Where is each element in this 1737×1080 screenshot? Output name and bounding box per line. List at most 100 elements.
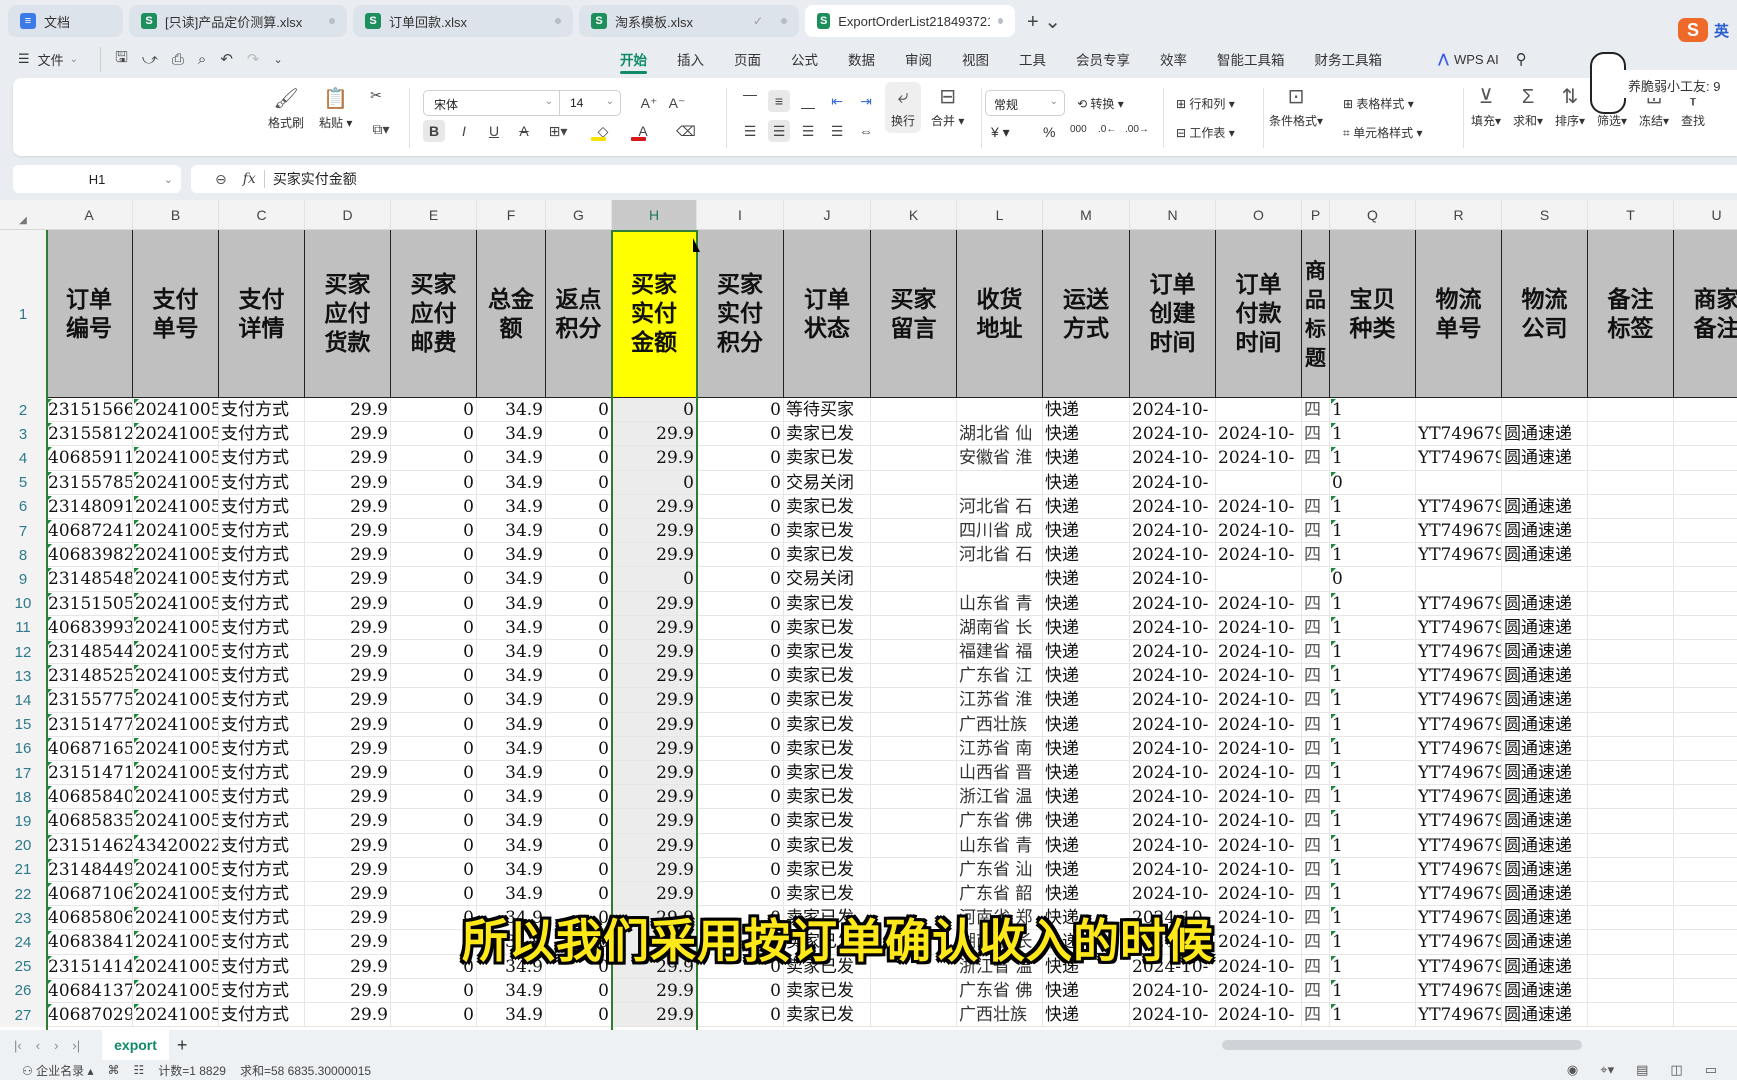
table-cell[interactable]: 0 bbox=[391, 640, 477, 665]
table-cell[interactable]: 卖家已发 bbox=[784, 446, 871, 471]
table-cell[interactable]: 2024-10- bbox=[1130, 446, 1216, 471]
table-cell[interactable]: 0 bbox=[391, 664, 477, 689]
table-cell[interactable] bbox=[871, 785, 957, 810]
format-painter-button[interactable]: 🖌 格式刷 bbox=[268, 84, 304, 131]
column-header[interactable]: O bbox=[1216, 200, 1302, 230]
table-cell[interactable]: 0 bbox=[546, 736, 612, 761]
table-cell[interactable]: 0 bbox=[697, 494, 784, 519]
table-cell[interactable]: 34.9 bbox=[477, 615, 546, 640]
table-cell[interactable]: 29.9 bbox=[305, 640, 391, 665]
table-cell[interactable]: 卖家已发 bbox=[784, 422, 871, 447]
table-cell[interactable]: 0 bbox=[391, 615, 477, 640]
table-cell[interactable]: YT749679 bbox=[1416, 978, 1502, 1003]
convert-button[interactable]: ⟲ 转换 ▾ bbox=[1077, 95, 1124, 112]
fill-button[interactable]: ⊻ 填充▾ bbox=[1471, 82, 1501, 129]
table-cell[interactable]: 0 bbox=[697, 543, 784, 568]
table-cell[interactable]: 支付方式 bbox=[219, 640, 305, 665]
table-cell[interactable] bbox=[1588, 736, 1674, 761]
table-cell[interactable]: 0 bbox=[546, 978, 612, 1003]
table-cell[interactable]: 四川省 成 bbox=[957, 519, 1043, 544]
table-cell[interactable]: 广西壮族 bbox=[957, 1003, 1043, 1028]
table-cell[interactable] bbox=[1674, 979, 1737, 1003]
table-cell[interactable]: 卖家已发 bbox=[784, 833, 871, 858]
table-cell[interactable]: 快递 bbox=[1043, 809, 1130, 834]
table-cell[interactable]: 卖家已发 bbox=[784, 736, 871, 761]
header-cell[interactable]: 商品标题 bbox=[1302, 230, 1330, 398]
table-cell[interactable]: 0 bbox=[697, 761, 784, 786]
table-cell[interactable]: 支付方式 bbox=[219, 785, 305, 810]
table-cell[interactable]: 20241005 bbox=[133, 615, 219, 640]
table-cell[interactable]: 34.9 bbox=[477, 785, 546, 810]
table-cell[interactable]: 2024-10- bbox=[1130, 857, 1216, 882]
table-cell[interactable]: 0 bbox=[697, 688, 784, 713]
table-cell[interactable]: 0 bbox=[546, 857, 612, 882]
table-cell[interactable]: 20241005 bbox=[133, 591, 219, 616]
table-cell[interactable] bbox=[1674, 858, 1737, 882]
table-cell[interactable]: 2024-10- bbox=[1216, 906, 1302, 931]
table-cell[interactable]: 34.9 bbox=[477, 494, 546, 519]
column-header[interactable]: F bbox=[477, 200, 546, 230]
table-cell[interactable]: 20241005 bbox=[133, 712, 219, 737]
table-cell[interactable] bbox=[1588, 761, 1674, 786]
formula-bar[interactable]: ⊖ fx 买家实付金额 bbox=[191, 165, 1737, 193]
table-cell[interactable]: 0 bbox=[612, 470, 697, 495]
table-cell[interactable]: 快递 bbox=[1043, 446, 1130, 471]
table-cell[interactable]: 支付方式 bbox=[219, 712, 305, 737]
table-cell[interactable]: 2024-10- bbox=[1130, 882, 1216, 907]
table-cell[interactable] bbox=[1588, 615, 1674, 640]
table-cell[interactable] bbox=[1674, 592, 1737, 616]
table-cell[interactable]: 40684137 bbox=[46, 978, 133, 1003]
table-cell[interactable]: YT749679 bbox=[1416, 640, 1502, 665]
table-cell[interactable] bbox=[1216, 567, 1302, 592]
table-cell[interactable]: 快递 bbox=[1043, 494, 1130, 519]
table-cell[interactable]: 23148449 bbox=[46, 857, 133, 882]
table-cell[interactable]: 2024-10- bbox=[1130, 591, 1216, 616]
table-cell[interactable]: 23148544 bbox=[46, 640, 133, 665]
table-cell[interactable]: 2024-10- bbox=[1216, 761, 1302, 786]
table-cell[interactable]: 支付方式 bbox=[219, 567, 305, 592]
table-cell[interactable]: 0 bbox=[391, 567, 477, 592]
column-header[interactable]: E bbox=[391, 200, 477, 230]
underline-icon[interactable]: U bbox=[483, 120, 505, 142]
table-cell[interactable]: 0 bbox=[546, 615, 612, 640]
table-cell[interactable] bbox=[1674, 398, 1737, 423]
table-cell[interactable]: 29.9 bbox=[305, 906, 391, 931]
table-cell[interactable]: 29.9 bbox=[612, 882, 697, 907]
table-cell[interactable]: 四 bbox=[1302, 954, 1330, 979]
table-cell[interactable]: 40683993 bbox=[46, 615, 133, 640]
font-size-dropdown[interactable]: 14 ⌄ bbox=[560, 91, 620, 115]
font-color-icon[interactable]: A bbox=[628, 120, 658, 142]
table-cell[interactable]: 29.9 bbox=[305, 954, 391, 979]
ribbon-tab[interactable]: 页面 bbox=[719, 44, 776, 74]
close-tab-icon[interactable] bbox=[998, 18, 1004, 24]
header-cell[interactable]: 订单创建时间 bbox=[1130, 230, 1216, 398]
share-icon[interactable]: ⤻ bbox=[142, 51, 158, 68]
table-cell[interactable]: 快递 bbox=[1043, 519, 1130, 544]
table-cell[interactable]: 快递 bbox=[1043, 470, 1130, 495]
column-header[interactable]: I bbox=[697, 200, 784, 230]
number-format-dropdown[interactable]: 常规 ⌄ bbox=[985, 90, 1065, 116]
more-chevron-icon[interactable]: ⌄ bbox=[273, 53, 282, 66]
save-icon[interactable]: 🖫 bbox=[115, 47, 128, 72]
table-cell[interactable]: 34.9 bbox=[477, 736, 546, 761]
table-cell[interactable]: 0 bbox=[1330, 470, 1416, 495]
sheet-tab-export[interactable]: export bbox=[102, 1030, 169, 1060]
table-style-button[interactable]: ⊞ 表格样式 ▾ bbox=[1343, 95, 1414, 112]
table-cell[interactable]: 0 bbox=[546, 809, 612, 834]
ribbon-tab[interactable]: 财务工具箱 bbox=[1300, 44, 1398, 74]
table-cell[interactable]: 0 bbox=[546, 422, 612, 447]
table-cell[interactable]: 29.9 bbox=[612, 712, 697, 737]
table-cell[interactable]: 0 bbox=[391, 978, 477, 1003]
decrease-font-icon[interactable]: A⁻ bbox=[666, 92, 688, 114]
table-cell[interactable]: 1 bbox=[1330, 930, 1416, 955]
table-cell[interactable] bbox=[957, 398, 1043, 423]
table-cell[interactable] bbox=[1216, 398, 1302, 423]
table-cell[interactable]: 23151462 bbox=[46, 833, 133, 858]
table-cell[interactable] bbox=[1502, 470, 1588, 495]
table-cell[interactable]: 快递 bbox=[1043, 567, 1130, 592]
table-cell[interactable]: 2024-10- bbox=[1216, 833, 1302, 858]
table-cell[interactable]: 0 bbox=[697, 446, 784, 471]
table-cell[interactable]: 2024-10- bbox=[1216, 591, 1302, 616]
table-cell[interactable]: 支付方式 bbox=[219, 857, 305, 882]
table-cell[interactable]: 广东省 佛 bbox=[957, 809, 1043, 834]
